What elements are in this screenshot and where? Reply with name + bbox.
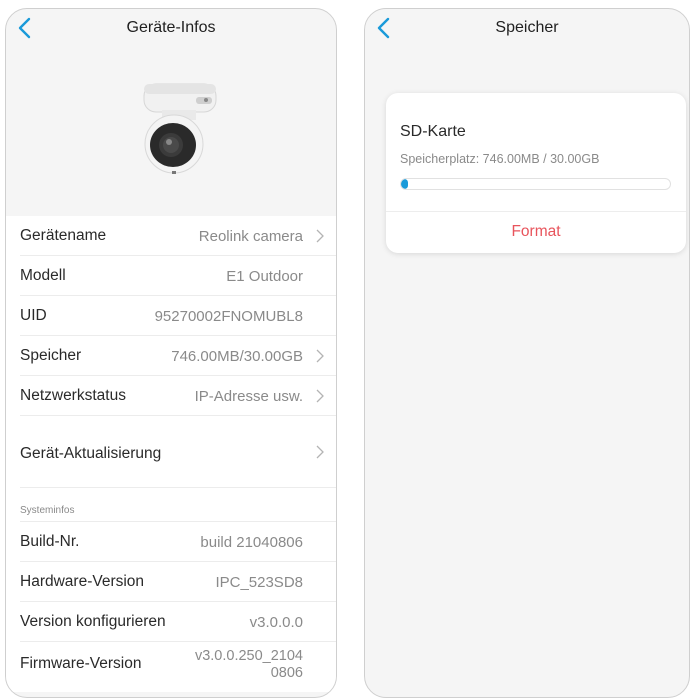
storage-progress-bar bbox=[400, 178, 671, 190]
page-title: Geräte-Infos bbox=[126, 19, 216, 36]
storage-screen: Speicher SD-Karte Speicherplatz: 746.00M… bbox=[364, 8, 690, 698]
row-value: 95270002FNOMUBL8 bbox=[154, 307, 303, 325]
camera-icon bbox=[143, 83, 217, 174]
row-value: Reolink camera bbox=[198, 227, 303, 245]
device-info-screen: Geräte-Infos Gerätename Reolink camera M… bbox=[5, 8, 337, 698]
sd-card-title: SD-Karte bbox=[400, 123, 466, 140]
row-label: Gerätename bbox=[20, 227, 107, 244]
row-network-status[interactable]: Netzwerkstatus IP-Adresse usw. bbox=[6, 376, 336, 416]
row-value: v3.0.0.0 bbox=[249, 613, 303, 631]
row-device-update[interactable]: Gerät-Aktualisierung bbox=[6, 416, 336, 488]
row-value: IP-Adresse usw. bbox=[194, 387, 303, 405]
firmware-value-line2: 0806 bbox=[270, 665, 303, 681]
row-label: Modell bbox=[20, 267, 66, 284]
row-value: E1 Outdoor bbox=[226, 267, 303, 285]
row-hardware-version: Hardware-Version IPC_523SD8 bbox=[6, 562, 336, 602]
storage-progress-fill bbox=[401, 179, 408, 189]
row-build-number: Build-Nr. build 21040806 bbox=[6, 522, 336, 562]
nav-bar: Speicher bbox=[365, 9, 689, 47]
chevron-left-icon[interactable] bbox=[16, 17, 34, 39]
row-config-version: Version konfigurieren v3.0.0.0 bbox=[6, 602, 336, 642]
row-value: IPC_523SD8 bbox=[215, 573, 303, 591]
row-value: build 21040806 bbox=[200, 533, 303, 551]
row-value: v3.0.0.250_2104 0806 bbox=[195, 648, 303, 682]
device-info-list: Gerätename Reolink camera Modell E1 Outd… bbox=[6, 216, 336, 692]
format-button[interactable]: Format bbox=[386, 211, 686, 253]
page-title: Speicher bbox=[495, 19, 559, 36]
firmware-value-line1: v3.0.0.250_2104 bbox=[194, 648, 303, 664]
row-value: 746.00MB/30.00GB bbox=[171, 347, 303, 365]
row-label: Netzwerkstatus bbox=[20, 387, 126, 404]
row-label: UID bbox=[20, 307, 47, 324]
row-device-name[interactable]: Gerätename Reolink camera bbox=[6, 216, 336, 256]
row-storage[interactable]: Speicher 746.00MB/30.00GB bbox=[6, 336, 336, 376]
chevron-right-icon bbox=[316, 349, 324, 363]
chevron-right-icon bbox=[316, 445, 324, 459]
row-firmware-version: Firmware-Version v3.0.0.250_2104 0806 bbox=[6, 642, 336, 692]
chevron-right-icon bbox=[316, 389, 324, 403]
row-label: Version konfigurieren bbox=[20, 613, 166, 630]
row-label: Hardware-Version bbox=[20, 573, 145, 590]
row-label: Gerät-Aktualisierung bbox=[20, 445, 162, 462]
sd-card-panel: SD-Karte Speicherplatz: 746.00MB / 30.00… bbox=[386, 93, 686, 253]
row-label: Firmware-Version bbox=[20, 655, 142, 672]
section-header-system-info: Systeminfos bbox=[6, 488, 336, 522]
row-uid: UID 95270002FNOMUBL8 bbox=[6, 296, 336, 336]
row-label: Speicher bbox=[20, 347, 82, 364]
nav-bar: Geräte-Infos bbox=[6, 9, 336, 47]
chevron-right-icon bbox=[316, 229, 324, 243]
chevron-left-icon[interactable] bbox=[375, 17, 393, 39]
row-label: Build-Nr. bbox=[20, 533, 80, 550]
sd-card-usage: Speicherplatz: 746.00MB / 30.00GB bbox=[400, 152, 600, 166]
row-model: Modell E1 Outdoor bbox=[6, 256, 336, 296]
